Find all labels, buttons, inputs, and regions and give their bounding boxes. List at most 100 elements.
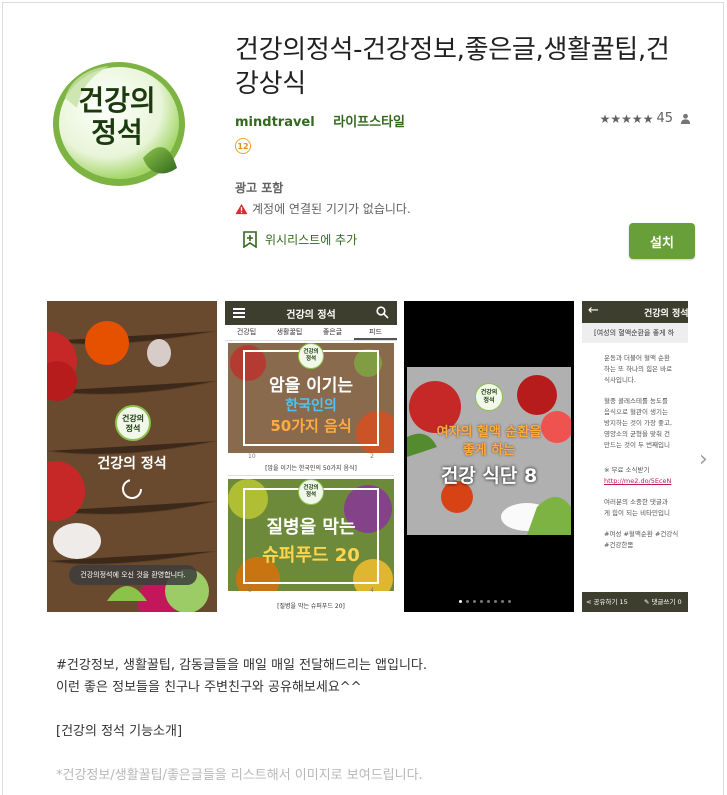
s2-card-2-line2: 슈퍼푸드 20 (262, 545, 360, 566)
s4-text-line: 음식으로 혈관이 생기는 (604, 408, 668, 416)
s2-card-1-logo-line2: 정석 (305, 356, 317, 362)
app-icon-text-line2: 정석 (91, 116, 143, 149)
app-title: 건강의정석-건강정보,좋은글,생활꿀팁,건강상식 (235, 35, 670, 99)
app-detail-card: 건강의 정석 건강의정석-건강정보,좋은글,생활꿀팁,건강상식 mindtrav… (2, 2, 724, 795)
s2-card-1-like-count: 2 (370, 453, 374, 460)
s4-subtitle: [여성의 혈액순환을 좋게 하 (582, 323, 688, 343)
s2-card-1-line1: 암을 이기는 (268, 376, 354, 396)
s3-dot (501, 600, 504, 603)
screenshot-3[interactable]: 건강의 정석 여자의 혈액 순환을 좋게 하는 건강 식단 8 (404, 301, 574, 612)
s2-tab-health[interactable]: 건강팁 (225, 325, 268, 340)
s4-text-line: 게 힘이 되는 비타민입니 (604, 509, 670, 517)
s2-tab-life[interactable]: 생활꿀팁 (268, 325, 311, 340)
s2-header-title: 건강의 정석 (286, 310, 336, 321)
splash-logo: 건강의 정석 (115, 405, 151, 441)
s4-link[interactable]: http://me2.do/5EceN (604, 476, 688, 487)
rating-count: 45 (656, 111, 673, 126)
s4-header-title: 건강의 정석 (644, 309, 688, 319)
install-button[interactable]: 설치 (629, 223, 695, 259)
category-link[interactable]: 라이프스타일 (333, 115, 405, 130)
developer-link[interactable]: mindtravel (235, 115, 315, 130)
screenshot-1[interactable]: 건강의 정석 건강의 정석 건강의정석에 오신 것을 환영합니다. (47, 301, 217, 612)
s4-bottom-bar: ⋖ 공유하기 15 ✎ 댓글쓰기 0 (582, 592, 688, 612)
s3-dot (466, 600, 469, 603)
warning-text: 계정에 연결된 기기가 없습니다. (252, 202, 411, 216)
s2-card-2-share-count: 0 (248, 587, 252, 594)
s2-card-1-logo-line1: 건강의 (303, 349, 319, 355)
s3-logo-line2: 정석 (483, 397, 495, 404)
s2-card-1-stats: 10 2 (228, 453, 394, 463)
s2-tab-good[interactable]: 좋은글 (311, 325, 354, 340)
s3-dot (494, 600, 497, 603)
comment-icon: ✎ (644, 598, 650, 606)
rating-stars: ★★★★★ (599, 111, 654, 126)
wishlist-button[interactable]: 위시리스트에 추가 (243, 231, 357, 248)
s4-share-button[interactable]: ⋖ 공유하기 15 (586, 592, 628, 612)
s3-logo: 건강의 정석 (475, 383, 503, 411)
s4-comment-label: 댓글쓰기 0 (651, 598, 682, 606)
s4-comment-button[interactable]: ✎ 댓글쓰기 0 (644, 592, 682, 612)
s4-text-line: 운동과 더불어 혈액 순환 (604, 354, 670, 362)
s2-card-2-logo-line1: 건강의 (303, 485, 319, 491)
age-rating-badge: 12 (235, 138, 251, 154)
s4-text-line: 방지하는 것이 가장 좋고, (604, 419, 673, 427)
s4-body: 운동과 더불어 혈액 순환 하는 또 하나의 힘은 바로 식사입니다. 혈중 콜… (604, 353, 688, 551)
wishlist-label: 위시리스트에 추가 (265, 233, 358, 247)
ads-label: 광고 포함 (235, 181, 284, 195)
screenshot-4[interactable]: ← 건강의 정석 [여성의 혈액순환을 좋게 하 운동과 더불어 혈액 순환 하… (582, 301, 688, 612)
s2-card-1-caption: [암을 이기는 한국인의 50가지 음식] (228, 463, 394, 476)
s3-line2: 좋게 하는 (462, 443, 516, 458)
s4-tags: #건강한몸 (604, 541, 634, 549)
s3-image: 건강의 정석 여자의 혈액 순환을 좋게 하는 건강 식단 8 (407, 367, 571, 535)
s2-card-2-like-count: 4 (370, 587, 374, 594)
description-line-4: *건강정보/생활꿀팁/좋은글들을 리스트해서 이미지로 보여드립니다. (56, 768, 423, 783)
person-icon (680, 113, 691, 124)
s2-card-2-image[interactable]: 건강의 정석 질병을 막는 슈퍼푸드 20 (228, 479, 394, 591)
s2-card-2-logo: 건강의 정석 (298, 479, 324, 505)
chevron-right-icon[interactable]: › (699, 447, 708, 472)
s4-tags: #여성 #혈액순환 #건강식 (604, 530, 679, 538)
description: #건강정보, 생활꿀팁, 감동글들을 매일 매일 전달해드리는 앱입니다. 이런… (56, 655, 427, 787)
s3-page-dots (459, 600, 511, 603)
s3-dot (480, 600, 483, 603)
s2-card-2-logo-line2: 정석 (305, 492, 317, 498)
s2-card-1-logo: 건강의 정석 (298, 343, 324, 369)
s3-line1: 여자의 혈액 순환을 (436, 425, 542, 440)
splash-logo-line2: 정석 (125, 424, 141, 433)
s2-tab-feed[interactable]: 피드 (354, 325, 397, 340)
share-icon: ⋖ (586, 598, 592, 606)
s3-dot (473, 600, 476, 603)
bookmark-add-icon (243, 231, 257, 248)
description-line-1: #건강정보, 생활꿀팁, 감동글들을 매일 매일 전달해드리는 앱입니다. (56, 658, 428, 673)
warning-icon (235, 203, 248, 214)
s3-dot-active (459, 600, 462, 603)
s3-logo-line1: 건강의 (480, 389, 498, 396)
s3-dot (487, 600, 490, 603)
rating: ★★★★★ 45 (600, 111, 691, 126)
app-icon-text: 건강의 정석 (67, 85, 167, 149)
screenshot-2[interactable]: 건강의 정석 건강팁 생활꿀팁 좋은글 피드 건강의 정석 암을 이기는 한국인… (225, 301, 397, 612)
s4-text-line: 혈중 콜레스테롤 농도를 (604, 397, 668, 405)
s2-card-1-line3: 50가지 음식 (270, 417, 352, 435)
s2-card-2-caption: [질병을 막는 슈퍼푸드 20] (277, 603, 345, 610)
s4-text-line: 여러분의 소중한 댓글과 (604, 498, 668, 506)
s2-card-1-line2: 한국인의 (285, 398, 337, 414)
s2-card-2-stats: 0 4 (228, 587, 394, 597)
s2-card-1-share-count: 10 (248, 453, 256, 460)
s2-app-bar: 건강의 정석 (225, 301, 397, 325)
search-icon (376, 306, 389, 319)
welcome-toast: 건강의정석에 오신 것을 환영합니다. (69, 565, 197, 585)
s4-text-line: 만드는 것이 두 번째입니 (604, 441, 670, 449)
s4-text-line: 식사입니다. (604, 376, 636, 384)
description-line-3: [건강의 정석 기능소개] (56, 724, 183, 739)
s3-line3: 건강 식단 8 (440, 465, 538, 487)
s4-text-line: ※ 무료 소식받기 (604, 466, 650, 474)
back-arrow-icon: ← (588, 303, 599, 318)
splash-logo-line1: 건강의 (121, 414, 145, 423)
s2-card-1-image[interactable]: 건강의 정석 암을 이기는 한국인의 50가지 음식 (228, 343, 394, 453)
description-line-2: 이런 좋은 정보들을 친구나 주변친구와 공유해보세요^^ (56, 680, 362, 695)
developer-row: mindtravel 라이프스타일 (235, 111, 419, 130)
splash-title: 건강의 정석 (97, 456, 167, 472)
device-warning: 계정에 연결된 기기가 없습니다. (235, 200, 411, 217)
s4-share-label: 공유하기 15 (593, 598, 628, 606)
